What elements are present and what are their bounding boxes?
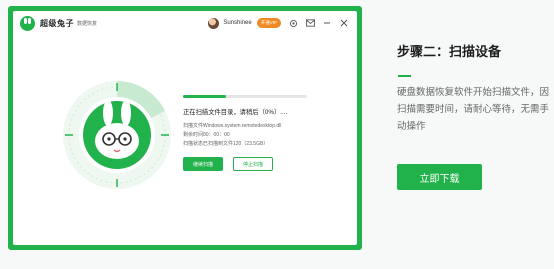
app-window: 超级兔子 数据恢复 Sunshinee 开通VIP 正在扫描文件目录，请稍后（0… [13, 11, 357, 245]
mail-icon[interactable] [305, 18, 315, 28]
continue-scan-button[interactable]: 继续扫描 [183, 157, 223, 171]
download-button[interactable]: 立即下载 [397, 164, 482, 190]
remaining-time-row: 剩余时间：00：00：00 [183, 131, 230, 138]
scan-progress-fill [183, 95, 227, 98]
avatar[interactable] [208, 17, 220, 29]
scan-state-value: 已扫描到文件120（23.5GB） [203, 141, 269, 147]
app-name-sub: 数据恢复 [77, 20, 98, 27]
app-name: 超级兔子 [40, 18, 74, 28]
scan-status-title: 正在扫描文件目录，请稍后（0%）.... [183, 109, 288, 116]
step-description: 硬盘数据恢复软件开始扫描文件，因扫描需要时间，请耐心等待，无需手动操作 [397, 87, 550, 132]
step-divider [398, 75, 411, 77]
title-bar: 超级兔子 数据恢复 Sunshinee 开通VIP [13, 11, 357, 35]
vip-button[interactable]: 开通VIP [256, 18, 281, 28]
close-icon[interactable] [339, 18, 349, 28]
username[interactable]: Sunshinee [223, 20, 251, 26]
scan-state-label: 扫描状态： [183, 141, 209, 147]
stop-scan-button[interactable]: 停止扫描 [233, 157, 273, 171]
scan-state-row: 扫描状态：已扫描到文件120（23.5GB） [183, 140, 268, 147]
scan-progress-bar [183, 95, 307, 98]
rabbit-scan-illustration [63, 81, 171, 189]
remaining-time-value: 00：00：00 [203, 132, 230, 138]
settings-icon[interactable] [288, 18, 298, 28]
page-background: 超级兔子 数据恢复 Sunshinee 开通VIP 正在扫描文件目录，请稍后（0… [0, 0, 554, 269]
rabbit-logo-icon [20, 15, 35, 31]
step-title: 步骤二：扫描设备 [397, 44, 502, 59]
scan-file-label: 扫描文件： [183, 123, 209, 129]
scan-file-row: 扫描文件：Windows.system.remotedesktop.dll [183, 122, 281, 129]
minimize-icon[interactable] [322, 18, 332, 28]
scan-file-value: Windows.system.remotedesktop.dll [203, 123, 282, 129]
remaining-time-label: 剩余时间： [183, 132, 209, 138]
